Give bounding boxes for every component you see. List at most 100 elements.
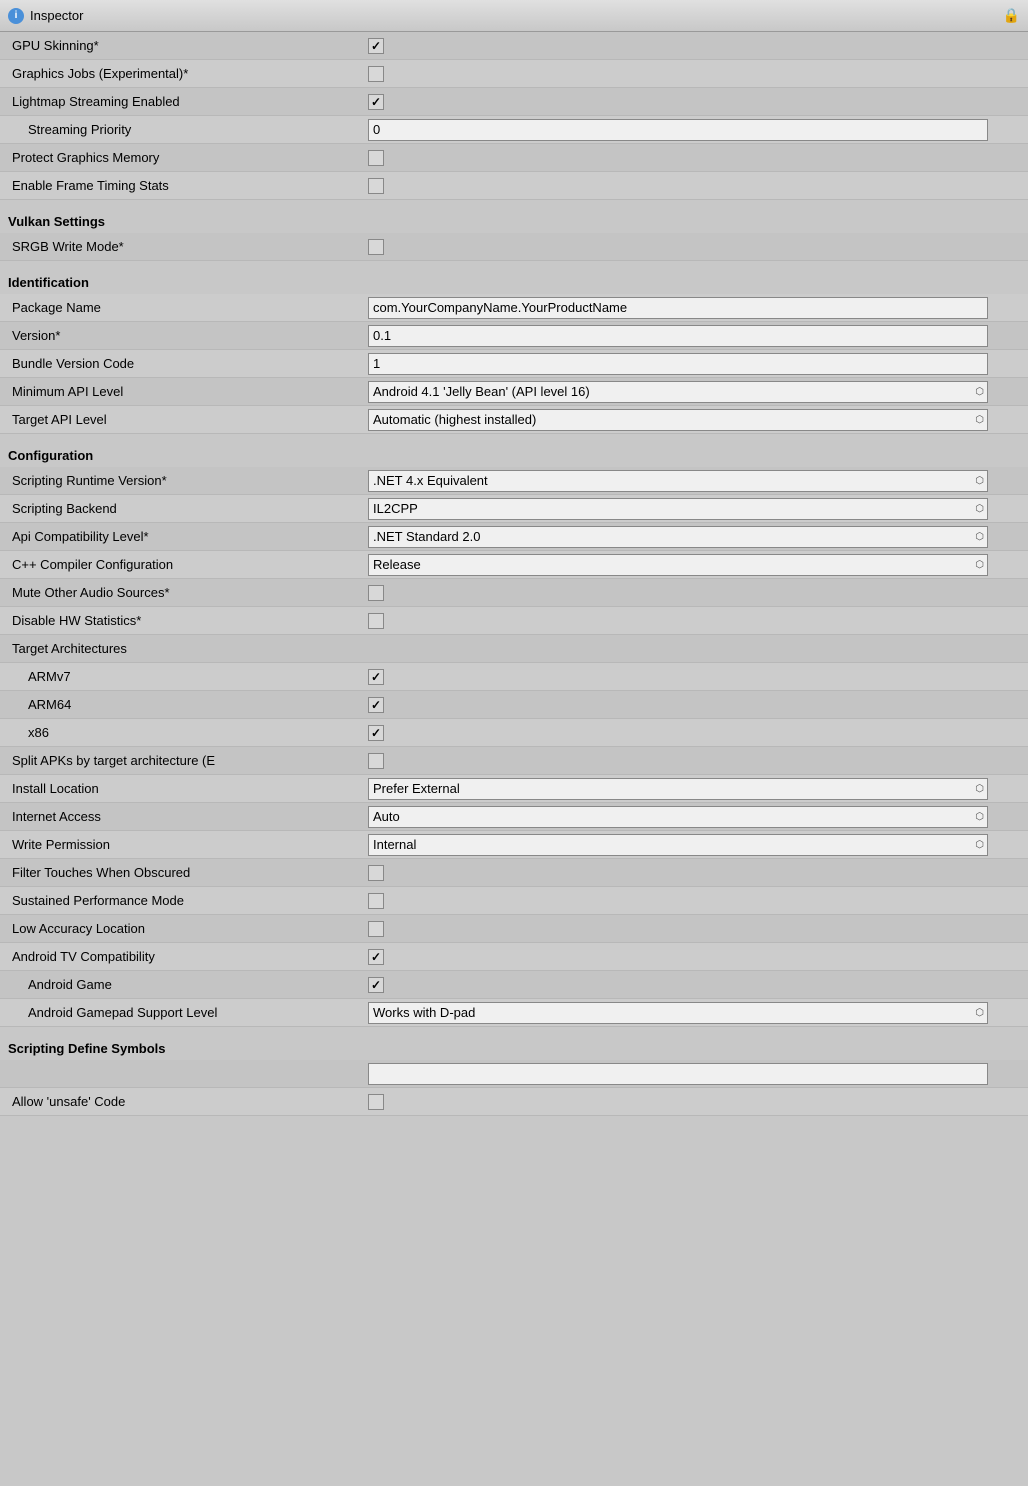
checkbox[interactable] [368, 865, 384, 881]
row-label: SRGB Write Mode* [8, 239, 368, 254]
section-spacer [0, 261, 1028, 269]
row-control [368, 38, 1020, 54]
row-control [368, 697, 1020, 713]
checkbox[interactable] [368, 949, 384, 965]
row-label: Split APKs by target architecture (E [8, 753, 368, 768]
settings-row: x86 [0, 719, 1028, 747]
checkbox[interactable] [368, 585, 384, 601]
checkbox[interactable] [368, 725, 384, 741]
title-bar: i Inspector 🔒 [0, 0, 1028, 32]
row-label: Minimum API Level [8, 384, 368, 399]
dropdown[interactable]: Works with D-pad [368, 1002, 988, 1024]
dropdown[interactable]: Internal [368, 834, 988, 856]
settings-row: Disable HW Statistics* [0, 607, 1028, 635]
dropdown[interactable]: Release [368, 554, 988, 576]
settings-row: Sustained Performance Mode [0, 887, 1028, 915]
row-control: Auto [368, 806, 1020, 828]
dropdown-wrapper: Prefer External [368, 778, 988, 800]
row-control [368, 613, 1020, 629]
row-control [368, 949, 1020, 965]
row-control [368, 150, 1020, 166]
settings-row: Filter Touches When Obscured [0, 859, 1028, 887]
section-header-text: Identification [8, 275, 89, 290]
row-label: Scripting Backend [8, 501, 368, 516]
section-spacer [0, 200, 1028, 208]
dropdown[interactable]: .NET 4.x Equivalent [368, 470, 988, 492]
checkbox[interactable] [368, 669, 384, 685]
section-header-row: Identification [0, 269, 1028, 294]
settings-row: ARM64 [0, 691, 1028, 719]
checkbox[interactable] [368, 697, 384, 713]
row-control: .NET 4.x Equivalent [368, 470, 1020, 492]
checkbox[interactable] [368, 1094, 384, 1110]
settings-row: Version* [0, 322, 1028, 350]
text-input[interactable] [368, 119, 988, 141]
section-spacer [0, 1027, 1028, 1035]
checkbox[interactable] [368, 94, 384, 110]
row-control [368, 66, 1020, 82]
dropdown-wrapper: IL2CPP [368, 498, 988, 520]
settings-row: Android Gamepad Support LevelWorks with … [0, 999, 1028, 1027]
checkbox[interactable] [368, 893, 384, 909]
checkbox[interactable] [368, 921, 384, 937]
checkbox[interactable] [368, 613, 384, 629]
settings-row: C++ Compiler ConfigurationRelease [0, 551, 1028, 579]
dropdown[interactable]: Prefer External [368, 778, 988, 800]
row-label: Lightmap Streaming Enabled [8, 94, 368, 109]
settings-row: Bundle Version Code [0, 350, 1028, 378]
settings-row: Package Name [0, 294, 1028, 322]
checkbox[interactable] [368, 977, 384, 993]
inspector-icon: i [8, 8, 24, 24]
settings-row: GPU Skinning* [0, 32, 1028, 60]
row-control [368, 865, 1020, 881]
row-control [368, 585, 1020, 601]
row-label: Enable Frame Timing Stats [8, 178, 368, 193]
row-control [368, 753, 1020, 769]
settings-row: Graphics Jobs (Experimental)* [0, 60, 1028, 88]
row-control: IL2CPP [368, 498, 1020, 520]
settings-row: Mute Other Audio Sources* [0, 579, 1028, 607]
inspector-content: GPU Skinning* Graphics Jobs (Experimental… [0, 32, 1028, 1116]
settings-row: Api Compatibility Level*.NET Standard 2.… [0, 523, 1028, 551]
row-control: Android 4.1 'Jelly Bean' (API level 16) [368, 381, 1020, 403]
row-control [368, 1094, 1020, 1110]
checkbox[interactable] [368, 178, 384, 194]
settings-row: Target API LevelAutomatic (highest insta… [0, 406, 1028, 434]
checkbox[interactable] [368, 753, 384, 769]
row-label: Version* [8, 328, 368, 343]
lock-icon[interactable]: 🔒 [1003, 7, 1020, 24]
checkbox[interactable] [368, 38, 384, 54]
row-label: Android Game [8, 977, 368, 992]
dropdown[interactable]: Automatic (highest installed) [368, 409, 988, 431]
text-input[interactable] [368, 325, 988, 347]
settings-row: Protect Graphics Memory [0, 144, 1028, 172]
checkbox[interactable] [368, 66, 384, 82]
text-input[interactable] [368, 353, 988, 375]
text-input[interactable] [368, 297, 988, 319]
row-label: C++ Compiler Configuration [8, 557, 368, 572]
settings-row: SRGB Write Mode* [0, 233, 1028, 261]
row-control [368, 94, 1020, 110]
text-input[interactable] [368, 1063, 988, 1085]
row-label: Mute Other Audio Sources* [8, 585, 368, 600]
settings-row [0, 1060, 1028, 1088]
settings-row: Lightmap Streaming Enabled [0, 88, 1028, 116]
row-label: Install Location [8, 781, 368, 796]
checkbox[interactable] [368, 150, 384, 166]
section-header-text: Configuration [8, 448, 93, 463]
dropdown[interactable]: Android 4.1 'Jelly Bean' (API level 16) [368, 381, 988, 403]
settings-row: Internet AccessAuto [0, 803, 1028, 831]
row-label: Package Name [8, 300, 368, 315]
dropdown[interactable]: .NET Standard 2.0 [368, 526, 988, 548]
dropdown-wrapper: Automatic (highest installed) [368, 409, 988, 431]
settings-row: Target Architectures [0, 635, 1028, 663]
dropdown-wrapper: Works with D-pad [368, 1002, 988, 1024]
row-label: Graphics Jobs (Experimental)* [8, 66, 368, 81]
row-control [368, 325, 1020, 347]
row-label: Scripting Runtime Version* [8, 473, 368, 488]
row-control [368, 669, 1020, 685]
checkbox[interactable] [368, 239, 384, 255]
dropdown[interactable]: IL2CPP [368, 498, 988, 520]
dropdown[interactable]: Auto [368, 806, 988, 828]
row-label: Protect Graphics Memory [8, 150, 368, 165]
